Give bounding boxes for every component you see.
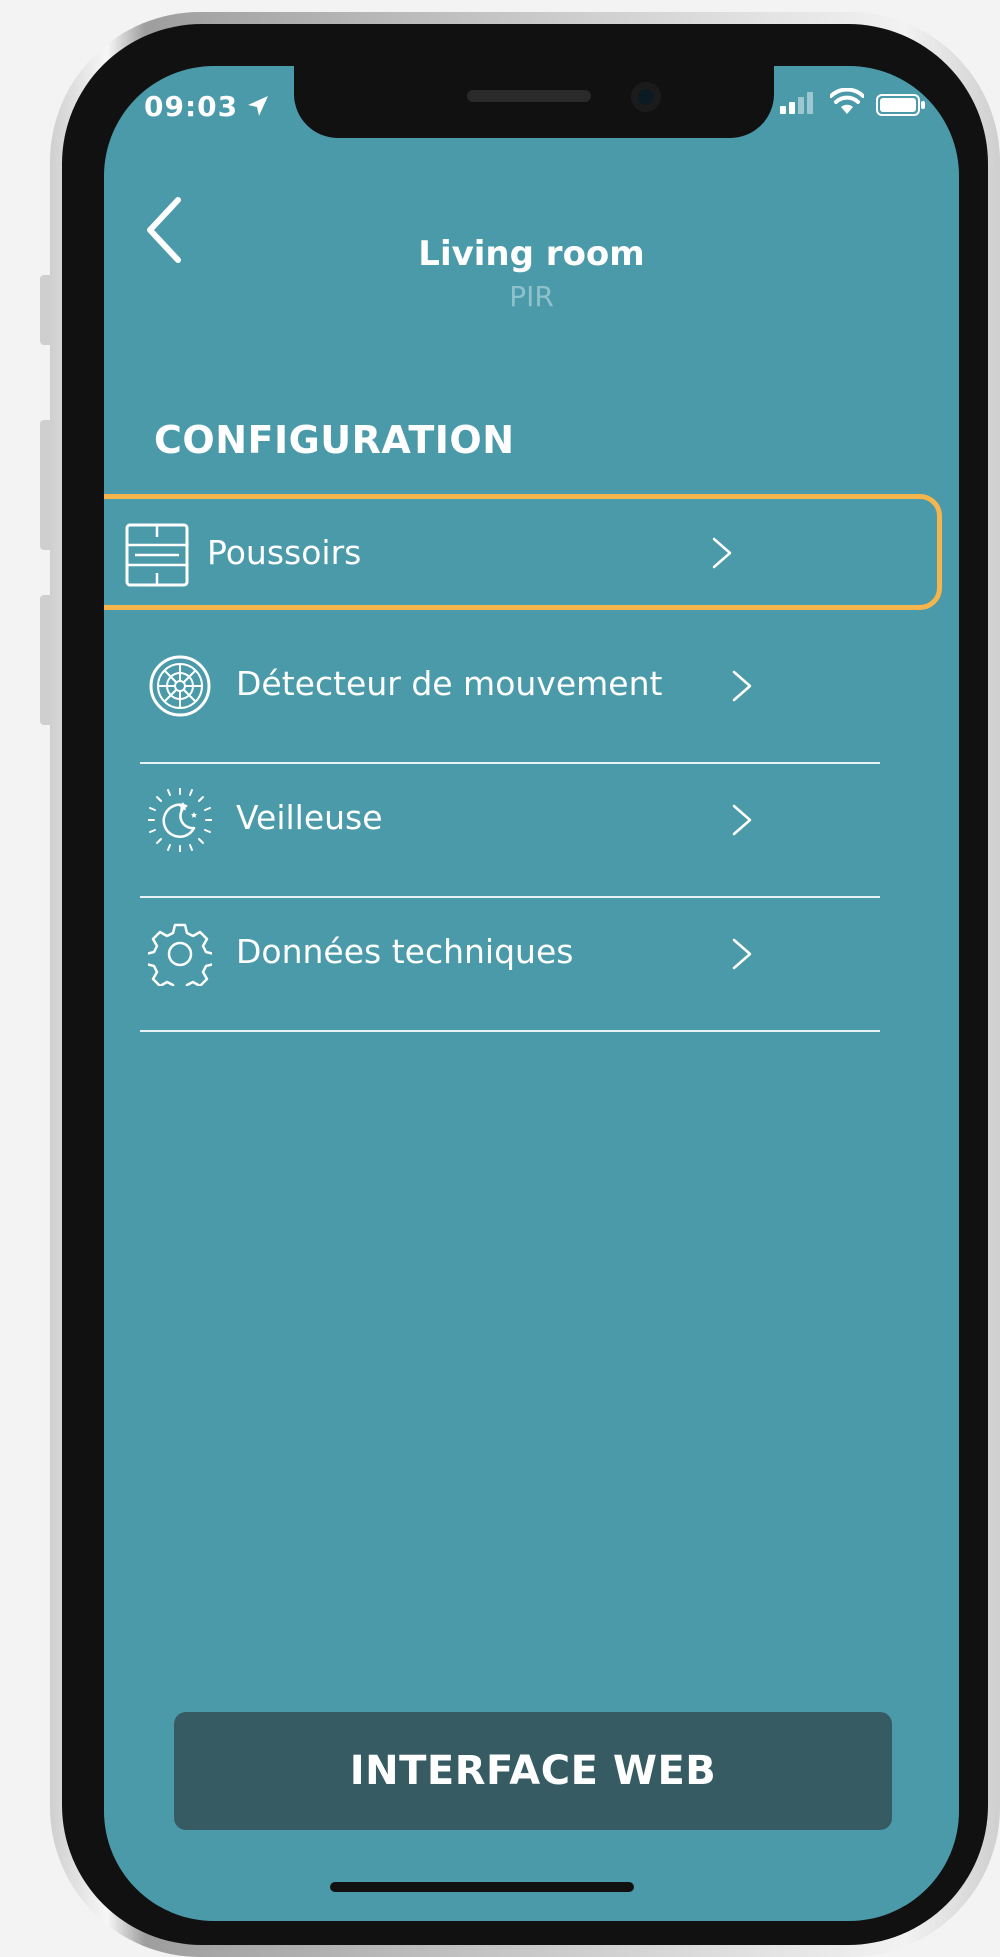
page-title: Living room bbox=[418, 234, 645, 274]
push-buttons-icon bbox=[125, 523, 189, 587]
speaker-grille bbox=[467, 90, 591, 102]
menu-item-label: Poussoirs bbox=[207, 533, 362, 572]
notch bbox=[294, 66, 774, 138]
menu-item-label: Veilleuse bbox=[236, 798, 383, 837]
battery-icon bbox=[876, 94, 925, 116]
gear-icon bbox=[148, 923, 212, 986]
status-time: 09:03 bbox=[144, 90, 239, 123]
wifi-icon bbox=[830, 88, 864, 114]
menu-divider bbox=[140, 1030, 880, 1032]
menu-item-donnees-techniques[interactable]: Données techniques bbox=[114, 898, 944, 1006]
web-interface-button[interactable]: INTERFACE WEB bbox=[174, 1712, 892, 1830]
menu-item-veilleuse[interactable]: Veilleuse bbox=[114, 764, 944, 872]
page-subtitle: PIR bbox=[509, 280, 554, 313]
menu-item-label: Données techniques bbox=[236, 932, 574, 971]
chevron-right-icon bbox=[712, 537, 732, 569]
menu-item-label: Détecteur de mouvement bbox=[236, 664, 663, 703]
night-light-icon bbox=[148, 788, 212, 852]
chevron-right-icon bbox=[732, 938, 752, 970]
chevron-right-icon bbox=[732, 804, 752, 836]
section-title: CONFIGURATION bbox=[154, 418, 515, 462]
menu-item-detecteur[interactable]: Détecteur de mouvement bbox=[114, 630, 944, 738]
menu-item-poussoirs[interactable]: Poussoirs bbox=[104, 494, 942, 610]
chevron-right-icon bbox=[732, 670, 752, 702]
app-screen: 09:03 Living room PIR CONFIGURATION Pous… bbox=[104, 66, 959, 1921]
signal-icon bbox=[780, 92, 813, 114]
motion-detector-icon bbox=[149, 655, 211, 717]
front-camera bbox=[631, 82, 661, 112]
location-arrow-icon bbox=[248, 96, 268, 116]
home-indicator[interactable] bbox=[330, 1882, 634, 1892]
